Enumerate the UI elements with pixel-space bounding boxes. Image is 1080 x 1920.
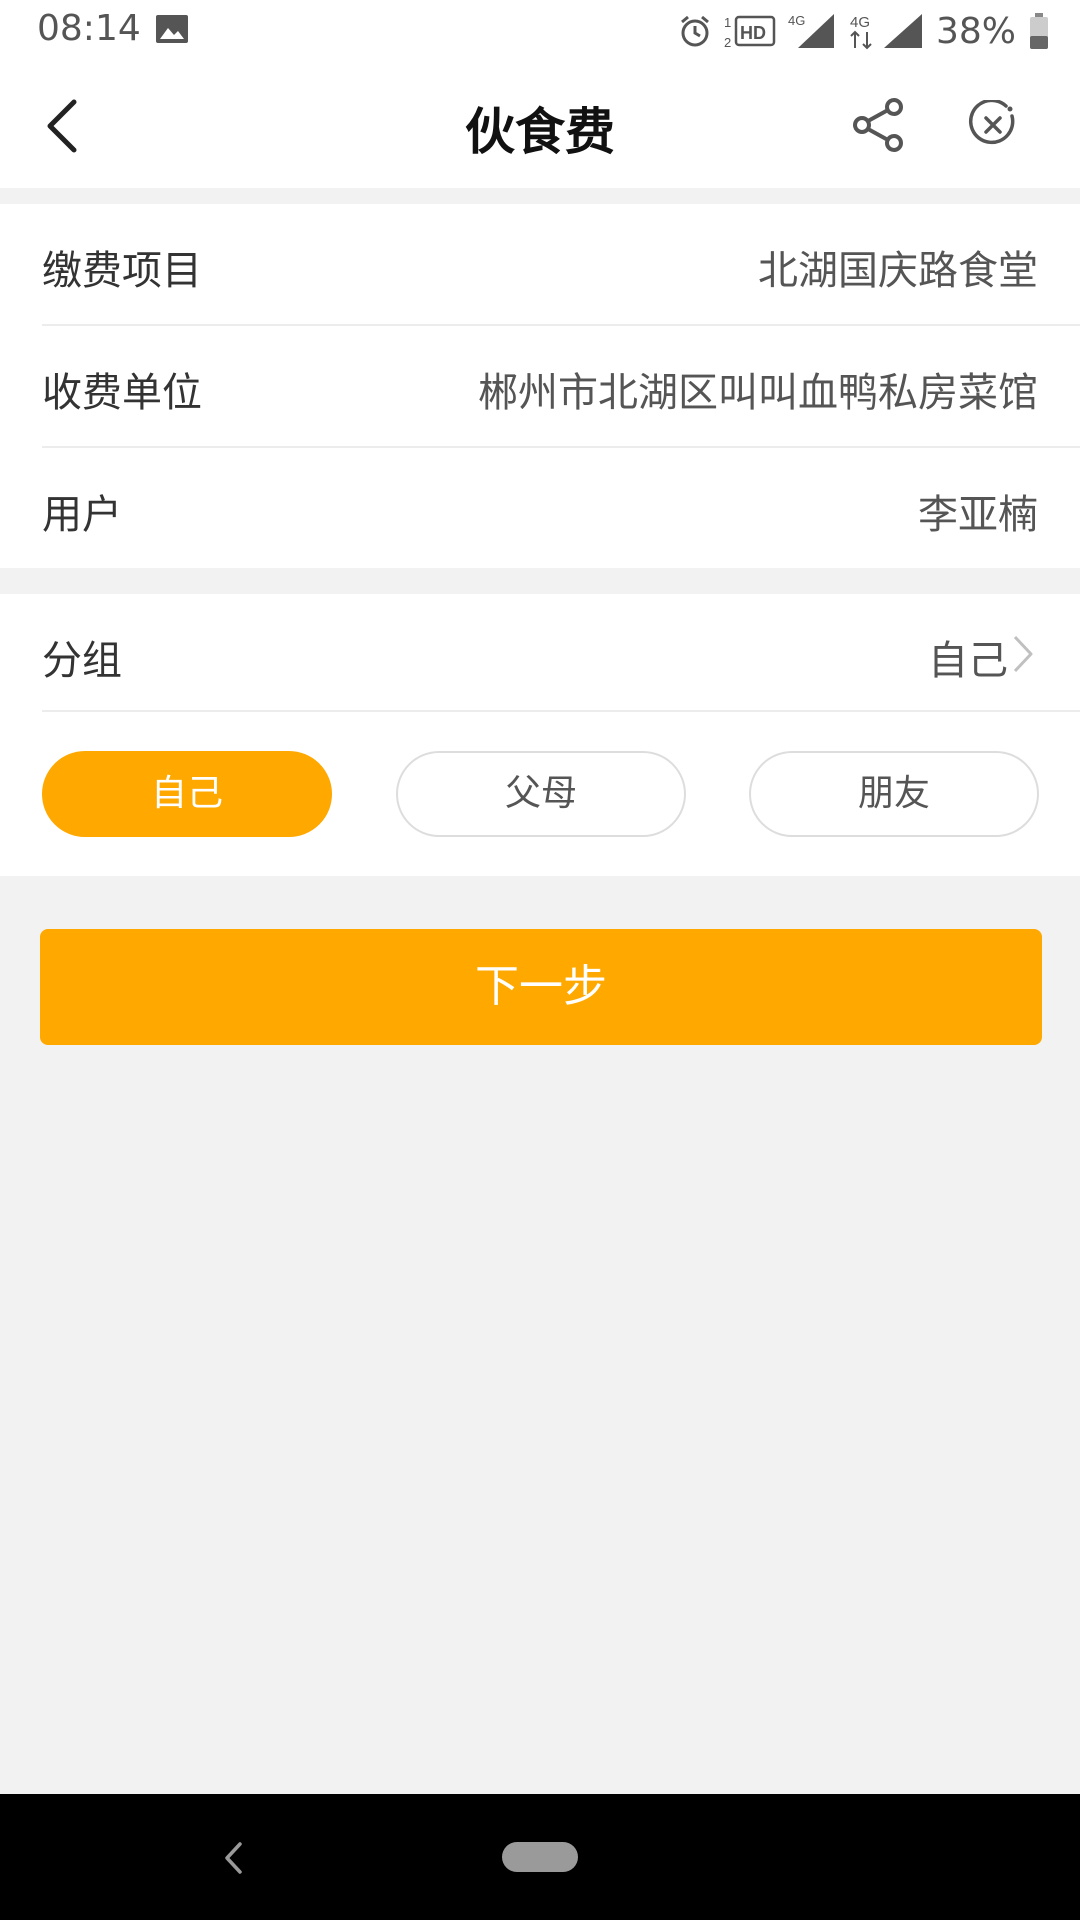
group-options: 自己 父母 朋友 bbox=[42, 751, 1040, 839]
svg-text:4G: 4G bbox=[850, 14, 870, 31]
row-label: 缴费项目 bbox=[42, 248, 202, 294]
battery-percent: 38% bbox=[935, 10, 1016, 52]
signal-4g-icon: 4G bbox=[850, 14, 922, 50]
row-label: 用户 bbox=[42, 492, 122, 538]
system-home-pill[interactable] bbox=[502, 1842, 578, 1872]
payment-info-section: 缴费项目 北湖国庆路食堂 收费单位 郴州市北湖区叫叫血鸭私房菜馆 用户 李亚楠 bbox=[0, 204, 1080, 568]
group-option-parents[interactable]: 父母 bbox=[396, 751, 686, 837]
status-bar: 08:14 1 2 HD 4G 4G 38% bbox=[0, 0, 1080, 62]
signal-4g-icon: 4G bbox=[788, 13, 834, 48]
page-title: 伙食费 bbox=[465, 103, 615, 161]
system-back-icon[interactable] bbox=[222, 1840, 246, 1876]
info-row-payee: 收费单位 郴州市北湖区叫叫血鸭私房菜馆 bbox=[42, 326, 1080, 448]
svg-text:HD: HD bbox=[740, 23, 766, 43]
screen: 08:14 1 2 HD 4G 4G 38% 伙食费 缴费项目 北湖国庆路食堂 … bbox=[0, 0, 1080, 1920]
nav-bar: 伙食费 bbox=[0, 62, 1080, 188]
group-value: 自己 bbox=[928, 638, 1008, 684]
info-row-user: 用户 李亚楠 bbox=[42, 448, 1080, 568]
group-section: 分组 自己 自己 父母 朋友 bbox=[0, 594, 1080, 876]
row-value: 北湖国庆路食堂 bbox=[758, 248, 1038, 294]
hd-icon: 1 2 HD bbox=[724, 15, 776, 49]
battery-icon bbox=[1030, 13, 1048, 49]
svg-text:1: 1 bbox=[724, 15, 731, 30]
group-option-self[interactable]: 自己 bbox=[42, 751, 332, 837]
row-label: 收费单位 bbox=[42, 370, 202, 416]
gallery-icon bbox=[156, 15, 188, 43]
group-label: 分组 bbox=[42, 638, 122, 684]
row-value: 李亚楠 bbox=[918, 492, 1038, 538]
alarm-icon bbox=[681, 15, 709, 47]
status-time: 08:14 bbox=[37, 8, 141, 49]
svg-text:2: 2 bbox=[724, 35, 731, 49]
status-icons: 1 2 HD 4G 4G 38% bbox=[678, 10, 1050, 52]
group-selector-row[interactable]: 分组 自己 bbox=[42, 594, 1080, 712]
group-option-friends[interactable]: 朋友 bbox=[749, 751, 1039, 837]
close-circle-icon[interactable] bbox=[968, 100, 1018, 150]
row-value: 郴州市北湖区叫叫血鸭私房菜馆 bbox=[478, 370, 1038, 416]
system-nav-bar bbox=[0, 1794, 1080, 1920]
info-row-payment-item: 缴费项目 北湖国庆路食堂 bbox=[42, 204, 1080, 326]
svg-text:4G: 4G bbox=[788, 13, 805, 28]
share-icon[interactable] bbox=[850, 96, 908, 154]
chevron-right-icon bbox=[1013, 635, 1033, 673]
next-step-button[interactable]: 下一步 bbox=[40, 929, 1042, 1045]
